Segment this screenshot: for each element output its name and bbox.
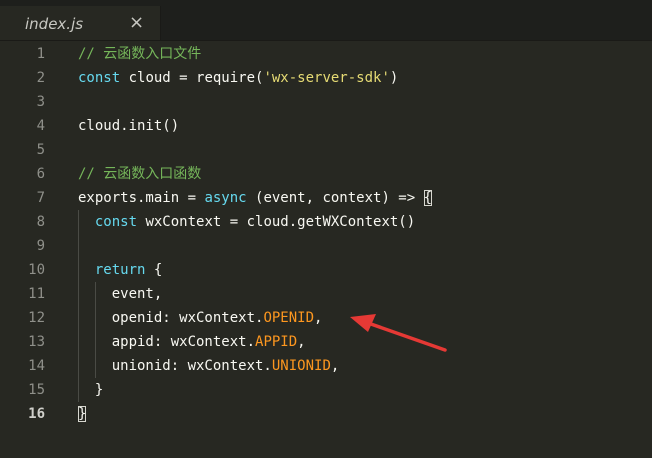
red-arrow-annotation — [350, 314, 447, 352]
